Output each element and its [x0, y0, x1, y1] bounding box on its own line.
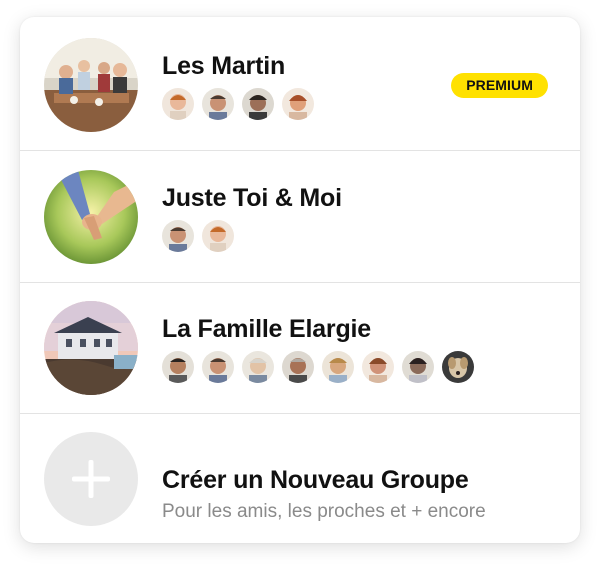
create-group-title: Créer un Nouveau Groupe — [162, 466, 469, 494]
member-avatar — [202, 220, 234, 252]
premium-badge: PREMIUM — [451, 73, 548, 98]
member-avatar — [162, 351, 194, 383]
member-avatar — [282, 351, 314, 383]
member-avatars — [162, 88, 314, 120]
plus-icon — [72, 460, 110, 498]
member-avatar — [242, 88, 274, 120]
group-name: Juste Toi & Moi — [162, 184, 342, 212]
member-avatar — [242, 351, 274, 383]
member-avatars — [162, 351, 474, 383]
group-photo — [44, 170, 138, 264]
create-group-row[interactable]: Créer un Nouveau Groupe Pour les amis, l… — [20, 414, 580, 543]
member-avatar — [442, 351, 474, 383]
member-avatar — [162, 220, 194, 252]
group-row-juste-toi-moi[interactable]: Juste Toi & Moi — [20, 151, 580, 282]
member-avatar — [202, 351, 234, 383]
member-avatar — [402, 351, 434, 383]
group-row-les-martin[interactable]: Les Martin PREMIUM — [20, 17, 580, 150]
groups-card: Les Martin PREMIUM Juste Toi & Moi La Fa… — [20, 17, 580, 543]
member-avatar — [362, 351, 394, 383]
add-group-button[interactable] — [44, 432, 138, 526]
group-name: Les Martin — [162, 52, 286, 80]
create-group-subtitle: Pour les amis, les proches et + encore — [162, 501, 486, 522]
member-avatar — [322, 351, 354, 383]
group-photo — [44, 301, 138, 395]
member-avatar — [282, 88, 314, 120]
member-avatar — [162, 88, 194, 120]
group-photo — [44, 38, 138, 132]
group-name: La Famille Elargie — [162, 315, 371, 343]
member-avatar — [202, 88, 234, 120]
member-avatars — [162, 220, 234, 252]
group-row-la-famille-elargie[interactable]: La Famille Elargie — [20, 283, 580, 413]
